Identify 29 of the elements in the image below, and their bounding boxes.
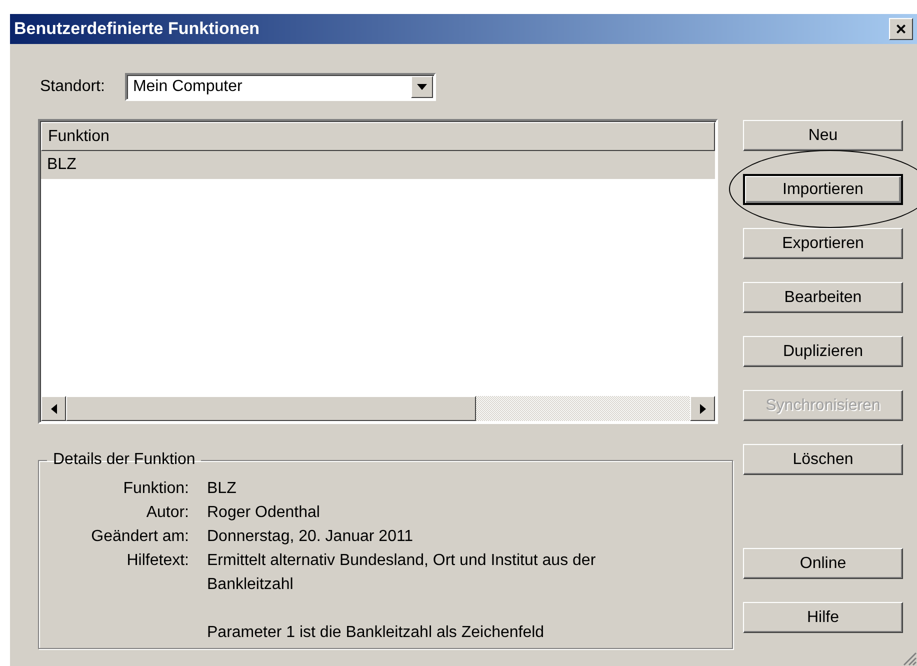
dialog-button[interactable]: Hilfe bbox=[743, 602, 903, 633]
dialog-button[interactable]: Bearbeiten bbox=[743, 282, 903, 313]
window-title: Benutzerdefinierte Funktionen bbox=[14, 19, 260, 39]
list-row[interactable]: BLZ bbox=[41, 151, 715, 179]
column-header[interactable]: Funktion bbox=[41, 122, 715, 151]
field-label: Autor: bbox=[145, 503, 189, 523]
scroll-left-icon[interactable] bbox=[41, 396, 66, 421]
location-dropdown[interactable]: Mein Computer bbox=[124, 73, 436, 101]
location-label: Standort: bbox=[40, 78, 105, 96]
group-title: Details der Funktion bbox=[52, 451, 196, 469]
scroll-thumb[interactable] bbox=[66, 396, 476, 421]
scroll-right-icon[interactable] bbox=[690, 396, 715, 421]
dialog-button[interactable]: Exportieren bbox=[743, 228, 903, 259]
field-label: Hilfetext: bbox=[126, 551, 189, 571]
field-value: Ermittelt alternativ Bundesland, Ort und Institut aus der Bankleitzahl bbox=[207, 551, 597, 595]
horizontal-scrollbar[interactable] bbox=[41, 396, 715, 421]
field-label: Funktion: bbox=[122, 479, 189, 499]
field-value: Donnerstag, 20. Januar 2011 bbox=[207, 527, 414, 547]
dialog-button[interactable]: Löschen bbox=[743, 444, 903, 475]
field-value: Roger Odenthal bbox=[207, 503, 321, 523]
field-label: Geändert am: bbox=[90, 527, 189, 547]
dialog-button[interactable]: Online bbox=[743, 548, 903, 579]
field-value: Parameter 1 ist die Bankleitzahl als Zeichenfeld bbox=[207, 623, 546, 643]
dialog-button[interactable]: Neu bbox=[743, 120, 903, 151]
dialog-button[interactable]: Duplizieren bbox=[743, 336, 903, 367]
field-value: BLZ bbox=[207, 479, 238, 499]
resize-grip-icon[interactable] bbox=[901, 650, 917, 666]
dialog-button[interactable]: Importieren bbox=[743, 174, 903, 205]
close-button[interactable]: × bbox=[889, 18, 913, 40]
